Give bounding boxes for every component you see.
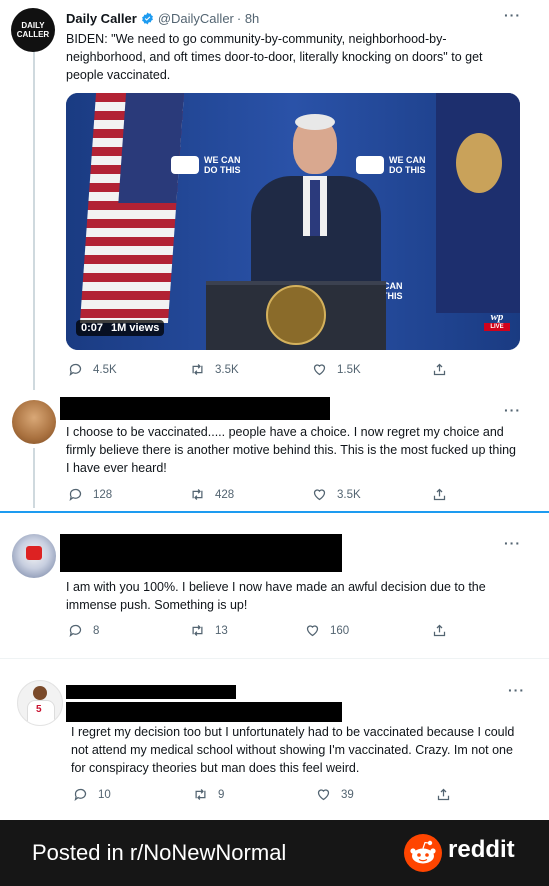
like-button[interactable]: 39 bbox=[316, 787, 354, 802]
author-name[interactable]: Daily Caller bbox=[66, 11, 137, 26]
heart-icon bbox=[317, 789, 330, 801]
heart-icon bbox=[306, 625, 319, 637]
more-options-icon[interactable]: ··· bbox=[504, 7, 521, 23]
redacted-username bbox=[60, 397, 330, 420]
redacted-display-name bbox=[66, 685, 236, 699]
more-options-icon[interactable]: ··· bbox=[504, 535, 521, 551]
more-options-icon[interactable]: ··· bbox=[508, 682, 525, 698]
redacted-username bbox=[60, 534, 342, 572]
like-count: 160 bbox=[330, 624, 350, 637]
retweet-button[interactable]: 428 bbox=[190, 487, 234, 502]
share-icon bbox=[433, 363, 446, 376]
reply-count: 4.5K bbox=[93, 363, 117, 376]
video-views: 1M views bbox=[111, 322, 160, 334]
heart-icon bbox=[313, 489, 326, 501]
like-count: 3.5K bbox=[337, 488, 361, 501]
reply-2-avatar[interactable] bbox=[12, 534, 56, 578]
share-button[interactable] bbox=[436, 787, 461, 802]
live-badge: LIVE bbox=[484, 323, 510, 331]
card-separator bbox=[0, 658, 549, 659]
like-button[interactable]: 160 bbox=[305, 623, 349, 638]
redacted-username bbox=[66, 702, 342, 722]
reddit-footer: Posted in r/NoNewNormal reddit bbox=[0, 820, 549, 886]
share-button[interactable] bbox=[432, 623, 457, 638]
like-count: 1.5K bbox=[337, 363, 361, 376]
like-button[interactable]: 1.5K bbox=[312, 362, 361, 377]
retweet-count: 13 bbox=[215, 624, 228, 637]
share-icon bbox=[433, 488, 446, 501]
retweet-count: 9 bbox=[218, 788, 225, 801]
backdrop-sign-left: WE CAN DO THIS bbox=[171, 155, 254, 175]
retweet-button[interactable]: 3.5K bbox=[190, 362, 239, 377]
retweet-button[interactable]: 9 bbox=[193, 787, 224, 802]
reply-icon bbox=[69, 488, 82, 502]
retweet-icon bbox=[195, 789, 206, 800]
reply-3-avatar[interactable]: 5 bbox=[17, 680, 63, 726]
tweet-text: BIDEN: "We need to go community-by-commu… bbox=[66, 32, 483, 82]
presidential-seal-icon bbox=[266, 285, 326, 345]
reply-button[interactable]: 128 bbox=[68, 487, 112, 502]
retweet-icon bbox=[192, 625, 203, 636]
backdrop-sign-left-text: WE CAN DO THIS bbox=[204, 155, 241, 175]
reply-button[interactable]: 8 bbox=[68, 623, 99, 638]
share-icon bbox=[437, 788, 450, 801]
wp-logo-text: wp bbox=[490, 311, 504, 323]
section-divider bbox=[0, 511, 549, 513]
like-count: 39 bbox=[341, 788, 354, 801]
like-button[interactable]: 3.5K bbox=[312, 487, 361, 502]
reddit-wordmark: reddit bbox=[448, 836, 515, 863]
reply-icon bbox=[69, 363, 82, 377]
retweet-count: 428 bbox=[215, 488, 235, 501]
reply-icon bbox=[69, 624, 82, 638]
video-duration: 0:07 bbox=[81, 322, 104, 334]
podium bbox=[206, 281, 386, 350]
retweet-count: 3.5K bbox=[215, 363, 239, 376]
reply-count: 8 bbox=[93, 624, 100, 637]
tweet-header: Daily Caller @DailyCaller · 8h bbox=[66, 11, 259, 26]
video-duration-badge: 0:07 1M views bbox=[76, 320, 165, 336]
avatar-logo-text: DAILY CALLER bbox=[16, 21, 50, 39]
us-flag-image bbox=[79, 93, 185, 323]
reply-button[interactable]: 4.5K bbox=[68, 362, 117, 377]
presidential-flag-image bbox=[436, 93, 520, 313]
retweet-button[interactable]: 13 bbox=[190, 623, 228, 638]
verified-badge-icon bbox=[141, 12, 154, 25]
more-options-icon[interactable]: ··· bbox=[504, 402, 521, 418]
share-button[interactable] bbox=[432, 487, 457, 502]
heart-icon bbox=[313, 364, 326, 376]
reply-button[interactable]: 10 bbox=[73, 787, 111, 802]
reddit-logo-icon bbox=[404, 834, 442, 872]
daily-caller-avatar[interactable]: DAILY CALLER bbox=[11, 8, 55, 52]
posted-in-label[interactable]: Posted in r/NoNewNormal bbox=[32, 840, 286, 866]
author-handle[interactable]: @DailyCaller bbox=[158, 11, 234, 26]
thread-line bbox=[33, 448, 35, 508]
reply-1-avatar[interactable] bbox=[12, 400, 56, 444]
reply-1-text: I choose to be vaccinated..... people ha… bbox=[66, 425, 516, 475]
reply-count: 128 bbox=[93, 488, 113, 501]
share-button[interactable] bbox=[432, 362, 457, 377]
video-player[interactable]: WE CAN DO THIS WE CAN DO THIS WE CAN DO … bbox=[66, 93, 520, 350]
reply-icon bbox=[74, 788, 87, 802]
wp-live-badge: wp LIVE bbox=[484, 311, 510, 331]
share-icon bbox=[433, 624, 446, 637]
tweet-time[interactable]: · 8h bbox=[237, 11, 259, 26]
reply-2-text: I am with you 100%. I believe I now have… bbox=[66, 580, 486, 612]
backdrop-sign-right-text: WE CAN DO THIS bbox=[389, 155, 426, 175]
reply-count: 10 bbox=[98, 788, 111, 801]
retweet-icon bbox=[192, 364, 203, 375]
thread-line bbox=[33, 48, 35, 390]
retweet-icon bbox=[192, 489, 203, 500]
reply-3-text: I regret my decision too but I unfortuna… bbox=[71, 725, 515, 775]
